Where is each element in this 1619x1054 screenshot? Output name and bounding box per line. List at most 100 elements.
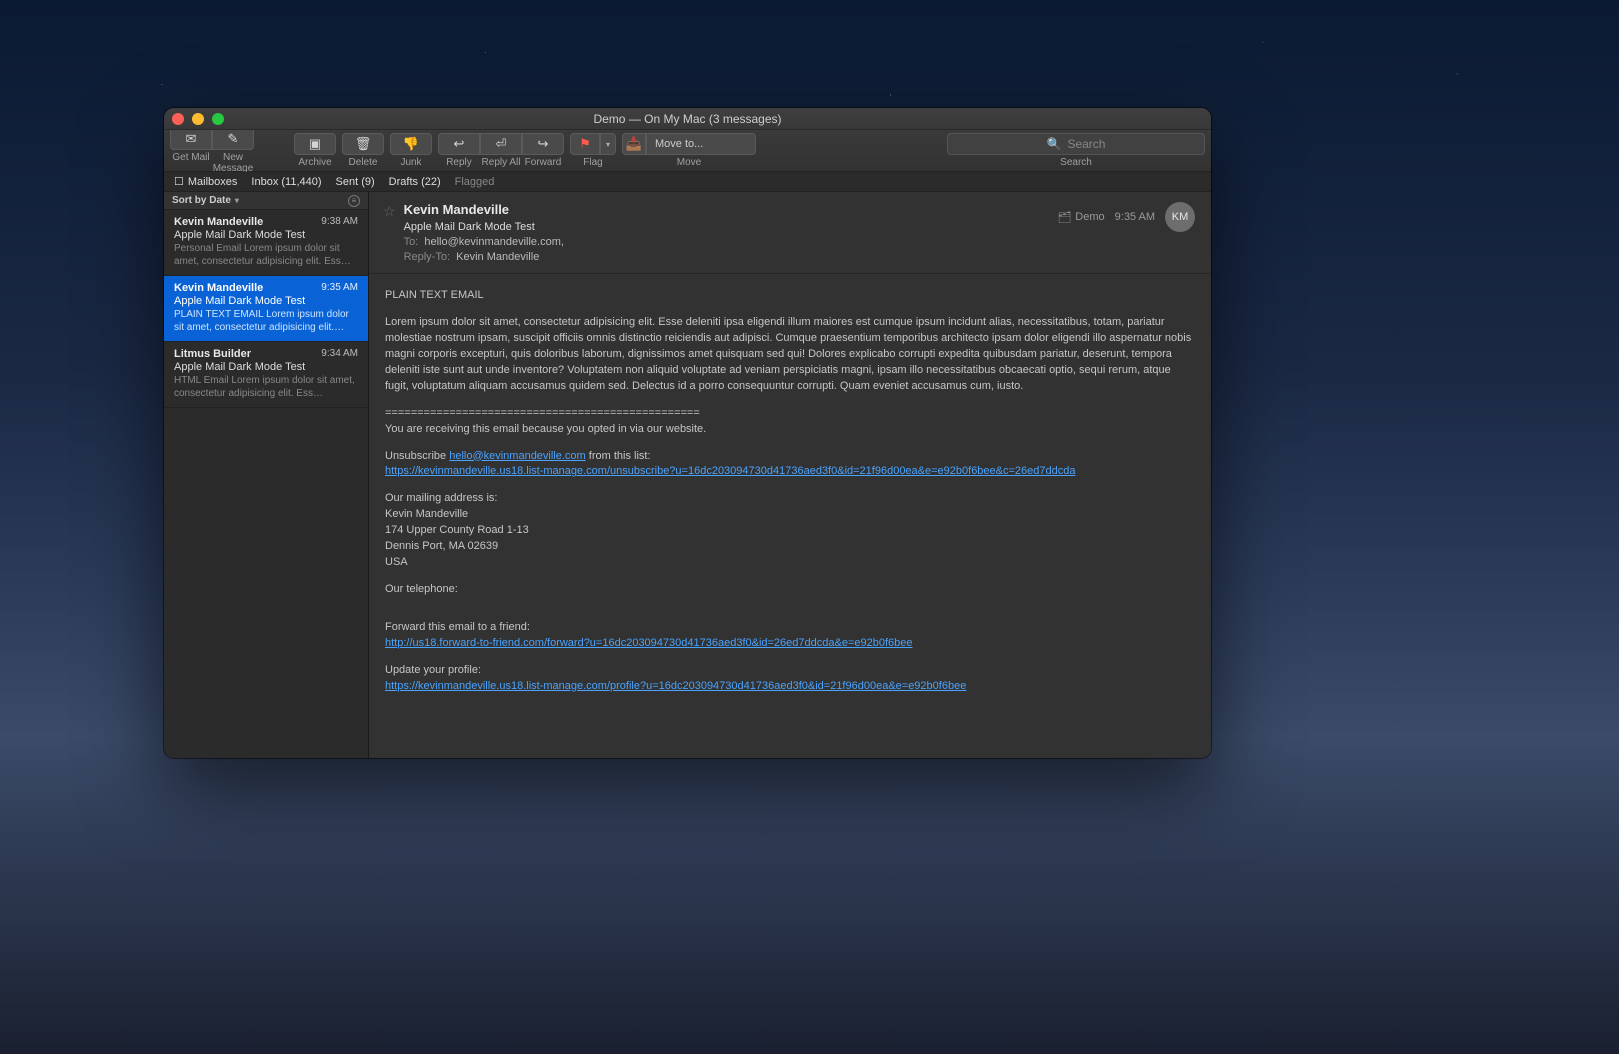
item-sender: Kevin Mandeville	[174, 282, 263, 294]
minimize-icon[interactable]	[192, 113, 204, 125]
addr-label: Our mailing address is:	[385, 491, 1195, 507]
body-heading: PLAIN TEXT EMAIL	[385, 288, 1195, 304]
maximize-icon[interactable]	[212, 113, 224, 125]
item-sender: Litmus Builder	[174, 348, 251, 360]
addr-country: USA	[385, 555, 1195, 571]
addr-city: Dennis Port, MA 02639	[385, 539, 1195, 555]
tel-label: Our telephone:	[385, 582, 1195, 598]
search-icon: 🔍	[1047, 137, 1062, 151]
move-to-button[interactable]: Move to...	[646, 133, 756, 155]
toolbar-label: Archive	[298, 157, 331, 168]
titlebar[interactable]: Demo — On My Mac (3 messages)	[164, 108, 1211, 130]
reply-all-button[interactable]: ⏎	[480, 133, 522, 155]
toolbar-label: Reply	[438, 157, 480, 168]
addr-name: Kevin Mandeville	[385, 507, 1195, 523]
search-input[interactable]: 🔍 Search	[947, 133, 1205, 155]
folder-icon: 🗂	[1057, 211, 1071, 224]
inbox-icon: 📥	[626, 136, 642, 152]
fav-sent[interactable]: Sent (9)	[336, 176, 375, 188]
filter-icon[interactable]: ≡	[348, 195, 360, 207]
sort-label: Sort by Date	[172, 195, 231, 206]
toolbar: ✉︎ ✎ Get Mail New Message ▣ Archive 🗑 De…	[164, 130, 1211, 172]
list-item[interactable]: Kevin Mandeville 9:35 AM Apple Mail Dark …	[164, 276, 368, 342]
item-preview: HTML Email Lorem ipsum dolor sit amet, c…	[174, 374, 358, 400]
unsub-link[interactable]: https://kevinmandeville.us18.list-manage…	[385, 465, 1075, 477]
toolbar-label: Forward	[522, 157, 564, 168]
favorites-bar: ☐ Mailboxes Inbox (11,440) Sent (9) Draf…	[164, 172, 1211, 192]
toolbar-label: Get Mail	[170, 152, 212, 174]
flag-icon: ⚑	[579, 136, 591, 152]
unsub-email-link[interactable]: hello@kevinmandeville.com	[449, 450, 586, 462]
fav-label: Mailboxes	[188, 176, 238, 188]
item-preview: PLAIN TEXT EMAIL Lorem ipsum dolor sit a…	[174, 308, 358, 334]
item-subject: Apple Mail Dark Mode Test	[174, 361, 358, 373]
junk-button[interactable]: 👎	[390, 133, 432, 155]
fav-inbox[interactable]: Inbox (11,440)	[251, 176, 321, 188]
unsub-post: from this list:	[586, 450, 651, 462]
reply-all-icon: ⏎	[496, 136, 507, 152]
header-time: 9:35 AM	[1115, 211, 1155, 223]
archive-button[interactable]: ▣	[294, 133, 336, 155]
close-icon[interactable]	[172, 113, 184, 125]
forward-button[interactable]: ↪︎	[522, 133, 564, 155]
opt-in-text: You are receiving this email because you…	[385, 422, 1195, 438]
to-value: hello@kevinmandeville.com,	[424, 236, 564, 248]
toolbar-label: New Message	[212, 152, 254, 174]
toolbar-label: Search	[1060, 157, 1092, 168]
flag-button[interactable]: ⚑	[570, 133, 600, 155]
list-item[interactable]: Litmus Builder 9:34 AM Apple Mail Dark Mo…	[164, 342, 368, 408]
replyto-label: Reply-To:	[404, 251, 450, 263]
divider: ========================================…	[385, 406, 1195, 422]
trash-icon: 🗑	[355, 136, 372, 152]
archive-icon: ▣	[309, 136, 321, 152]
flag-menu-button[interactable]: ▾	[600, 133, 616, 155]
sort-bar[interactable]: Sort by Date ▾ ≡	[164, 192, 368, 210]
addr-street: 174 Upper County Road 1-13	[385, 523, 1195, 539]
message-reader: ☆ Kevin Mandeville Apple Mail Dark Mode …	[369, 192, 1211, 758]
upd-label: Update your profile:	[385, 663, 1195, 679]
item-preview: Personal Email Lorem ipsum dolor sit ame…	[174, 242, 358, 268]
new-message-button[interactable]: ✎	[212, 128, 254, 150]
mail-window: Demo — On My Mac (3 messages) ✉︎ ✎ Get M…	[164, 108, 1211, 758]
move-icon-button[interactable]: 📥	[622, 133, 646, 155]
to-label: To:	[404, 236, 419, 248]
header-subject: Apple Mail Dark Mode Test	[404, 221, 1050, 233]
unsub-pre: Unsubscribe	[385, 450, 449, 462]
toolbar-label: Junk	[400, 157, 421, 168]
upd-link[interactable]: https://kevinmandeville.us18.list-manage…	[385, 680, 966, 692]
message-list: Sort by Date ▾ ≡ Kevin Mandeville 9:38 AM…	[164, 192, 369, 758]
item-time: 9:35 AM	[321, 282, 358, 294]
reply-button[interactable]: ↩︎	[438, 133, 480, 155]
get-mail-button[interactable]: ✉︎	[170, 128, 212, 150]
envelope-icon: ✉︎	[186, 131, 197, 147]
fav-flagged[interactable]: Flagged	[455, 176, 495, 188]
item-sender: Kevin Mandeville	[174, 216, 263, 228]
delete-button[interactable]: 🗑	[342, 133, 384, 155]
sidebar-icon: ☐	[174, 175, 184, 188]
junk-icon: 👎	[403, 136, 419, 152]
replyto-value: Kevin Mandeville	[456, 251, 539, 263]
fwd-link[interactable]: http://us18.forward-to-friend.com/forwar…	[385, 637, 913, 649]
vip-star-icon[interactable]: ☆	[383, 203, 396, 220]
toolbar-label: Move	[677, 157, 701, 168]
list-item[interactable]: Kevin Mandeville 9:38 AM Apple Mail Dark …	[164, 210, 368, 276]
message-body[interactable]: PLAIN TEXT EMAIL Lorem ipsum dolor sit a…	[369, 274, 1211, 709]
header-sender: Kevin Mandeville	[404, 202, 1050, 217]
item-time: 9:38 AM	[321, 216, 358, 228]
move-to-label: Move to...	[655, 138, 703, 150]
header-mailbox: Demo	[1075, 211, 1104, 223]
avatar: KM	[1165, 202, 1195, 232]
toolbar-label: Flag	[583, 157, 602, 168]
chevron-down-icon: ▾	[235, 196, 239, 205]
item-subject: Apple Mail Dark Mode Test	[174, 295, 358, 307]
item-time: 9:34 AM	[321, 348, 358, 360]
chevron-down-icon: ▾	[606, 140, 610, 149]
search-placeholder: Search	[1067, 137, 1105, 151]
compose-icon: ✎	[228, 131, 239, 147]
mailboxes-toggle[interactable]: ☐ Mailboxes	[174, 175, 237, 188]
item-subject: Apple Mail Dark Mode Test	[174, 229, 358, 241]
fav-drafts[interactable]: Drafts (22)	[389, 176, 441, 188]
reply-icon: ↩︎	[454, 136, 465, 152]
message-header: ☆ Kevin Mandeville Apple Mail Dark Mode …	[369, 192, 1211, 274]
toolbar-label: Reply All	[480, 157, 522, 168]
